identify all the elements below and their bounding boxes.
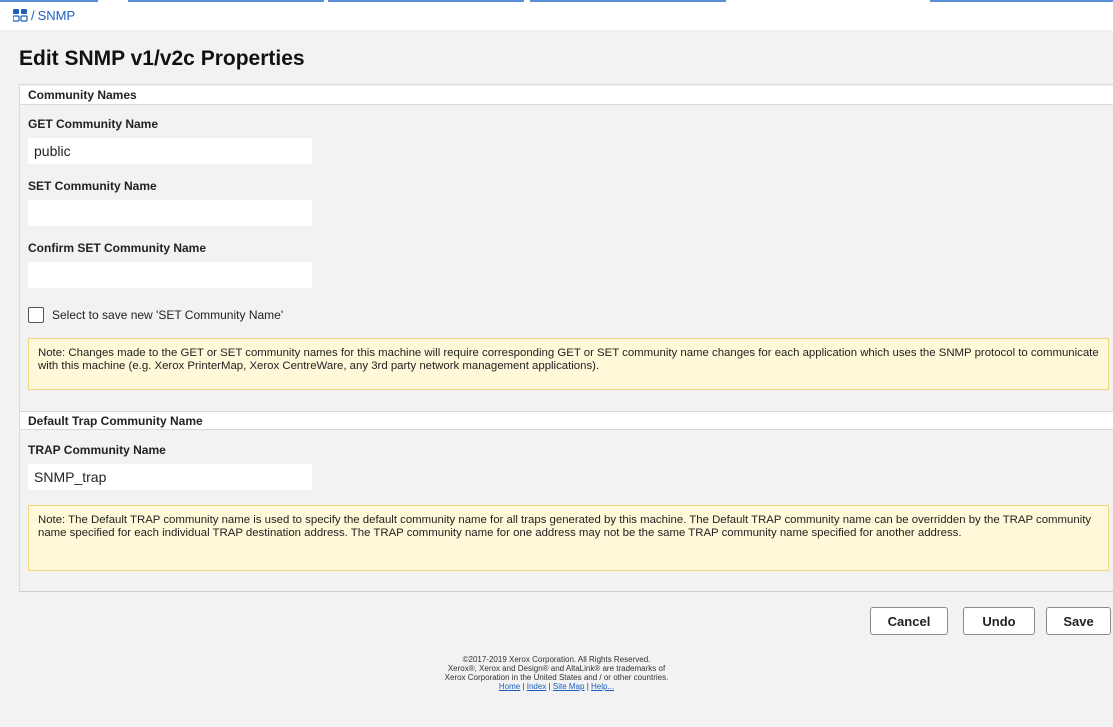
get-community-name-input[interactable] (28, 138, 312, 164)
footer-trademark-1: Xerox®, Xerox and Design® and AltaLink® … (447, 664, 666, 673)
breadcrumb: / SNMP (13, 5, 75, 25)
apps-grid-icon[interactable] (13, 8, 28, 22)
snmp-properties-panel: Community Names GET Community Name SET C… (19, 84, 1113, 592)
footer-link-separator: | (522, 682, 525, 691)
confirm-set-community-name-input[interactable] (28, 262, 312, 288)
save-set-community-name-row[interactable]: Select to save new 'SET Community Name' (28, 305, 283, 325)
top-tab-strip (0, 0, 1113, 2)
footer-link-help[interactable]: Help... (591, 682, 614, 691)
section-header-default-trap: Default Trap Community Name (20, 411, 1113, 430)
footer-trademark-2: Xerox Corporation in the United States a… (444, 673, 669, 682)
undo-button[interactable]: Undo (963, 607, 1035, 635)
community-names-note: Note: Changes made to the GET or SET com… (28, 338, 1109, 390)
cancel-button[interactable]: Cancel (870, 607, 948, 635)
save-button[interactable]: Save (1046, 607, 1111, 635)
footer: ©2017-2019 Xerox Corporation. All Rights… (0, 655, 1113, 691)
breadcrumb-current[interactable]: SNMP (38, 8, 76, 23)
save-set-community-name-checkbox-label[interactable]: Select to save new 'SET Community Name' (52, 308, 283, 322)
footer-link-index[interactable]: Index (527, 682, 547, 691)
page-title: Edit SNMP v1/v2c Properties (19, 47, 305, 70)
get-community-name-label: GET Community Name (28, 117, 159, 131)
section-header-community-names: Community Names (20, 86, 1113, 105)
top-bar (0, 0, 1113, 30)
trap-community-name-input[interactable] (28, 464, 312, 490)
trap-note: Note: The Default TRAP community name is… (28, 505, 1109, 571)
save-set-community-name-checkbox[interactable] (28, 307, 44, 323)
footer-link-separator: | (586, 682, 589, 691)
footer-link-home[interactable]: Home (499, 682, 520, 691)
confirm-set-community-name-label: Confirm SET Community Name (28, 241, 207, 255)
set-community-name-label: SET Community Name (28, 179, 157, 193)
footer-links: Home | Index | Site Map | Help... (0, 682, 1113, 691)
breadcrumb-separator: / (31, 7, 35, 23)
footer-link-site-map[interactable]: Site Map (553, 682, 585, 691)
set-community-name-input[interactable] (28, 200, 312, 226)
footer-copyright: ©2017-2019 Xerox Corporation. All Rights… (462, 655, 651, 664)
trap-community-name-label: TRAP Community Name (28, 443, 166, 457)
footer-link-separator: | (548, 682, 551, 691)
